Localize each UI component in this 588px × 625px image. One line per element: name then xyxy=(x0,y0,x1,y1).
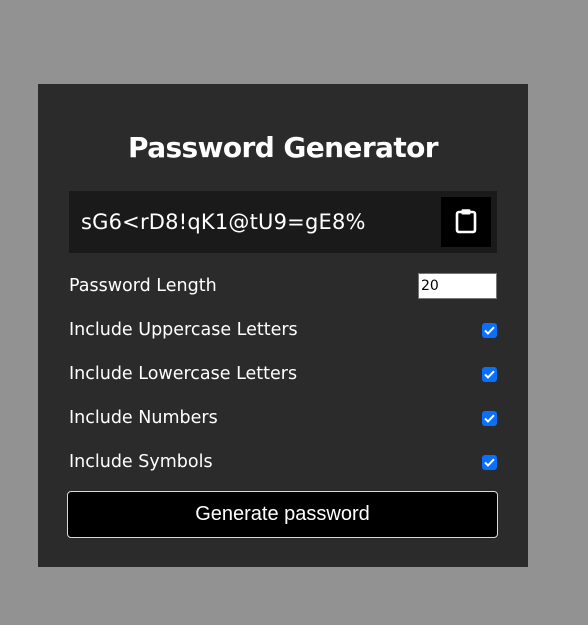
password-result-text[interactable]: sG6<rD8!qK1@tU9=gE8% xyxy=(81,191,366,253)
uppercase-setting: Include Uppercase Letters xyxy=(69,308,497,352)
checkmark-icon xyxy=(484,370,495,379)
lowercase-checkbox[interactable] xyxy=(482,366,497,382)
password-length-label: Password Length xyxy=(69,276,217,296)
numbers-checkbox[interactable] xyxy=(482,410,497,426)
password-result-container: sG6<rD8!qK1@tU9=gE8% xyxy=(69,191,497,253)
symbols-setting: Include Symbols xyxy=(69,440,497,484)
uppercase-label: Include Uppercase Letters xyxy=(69,320,298,340)
numbers-label: Include Numbers xyxy=(69,408,218,428)
lowercase-label: Include Lowercase Letters xyxy=(69,364,298,384)
lowercase-setting: Include Lowercase Letters xyxy=(69,352,497,396)
symbols-checkbox[interactable] xyxy=(482,454,497,470)
symbols-label: Include Symbols xyxy=(69,452,213,472)
clipboard-icon xyxy=(455,208,477,237)
copy-to-clipboard-button[interactable] xyxy=(441,197,491,247)
checkmark-icon xyxy=(484,414,495,423)
password-length-setting: Password Length xyxy=(69,264,497,308)
numbers-setting: Include Numbers xyxy=(69,396,497,440)
uppercase-checkbox[interactable] xyxy=(482,322,497,338)
checkmark-icon xyxy=(484,458,495,467)
checkmark-icon xyxy=(484,326,495,335)
password-generator-card: Password Generator sG6<rD8!qK1@tU9=gE8% … xyxy=(38,84,528,567)
password-length-input[interactable] xyxy=(418,273,497,299)
page-title: Password Generator xyxy=(128,131,439,164)
generate-password-button[interactable]: Generate password xyxy=(67,491,498,538)
